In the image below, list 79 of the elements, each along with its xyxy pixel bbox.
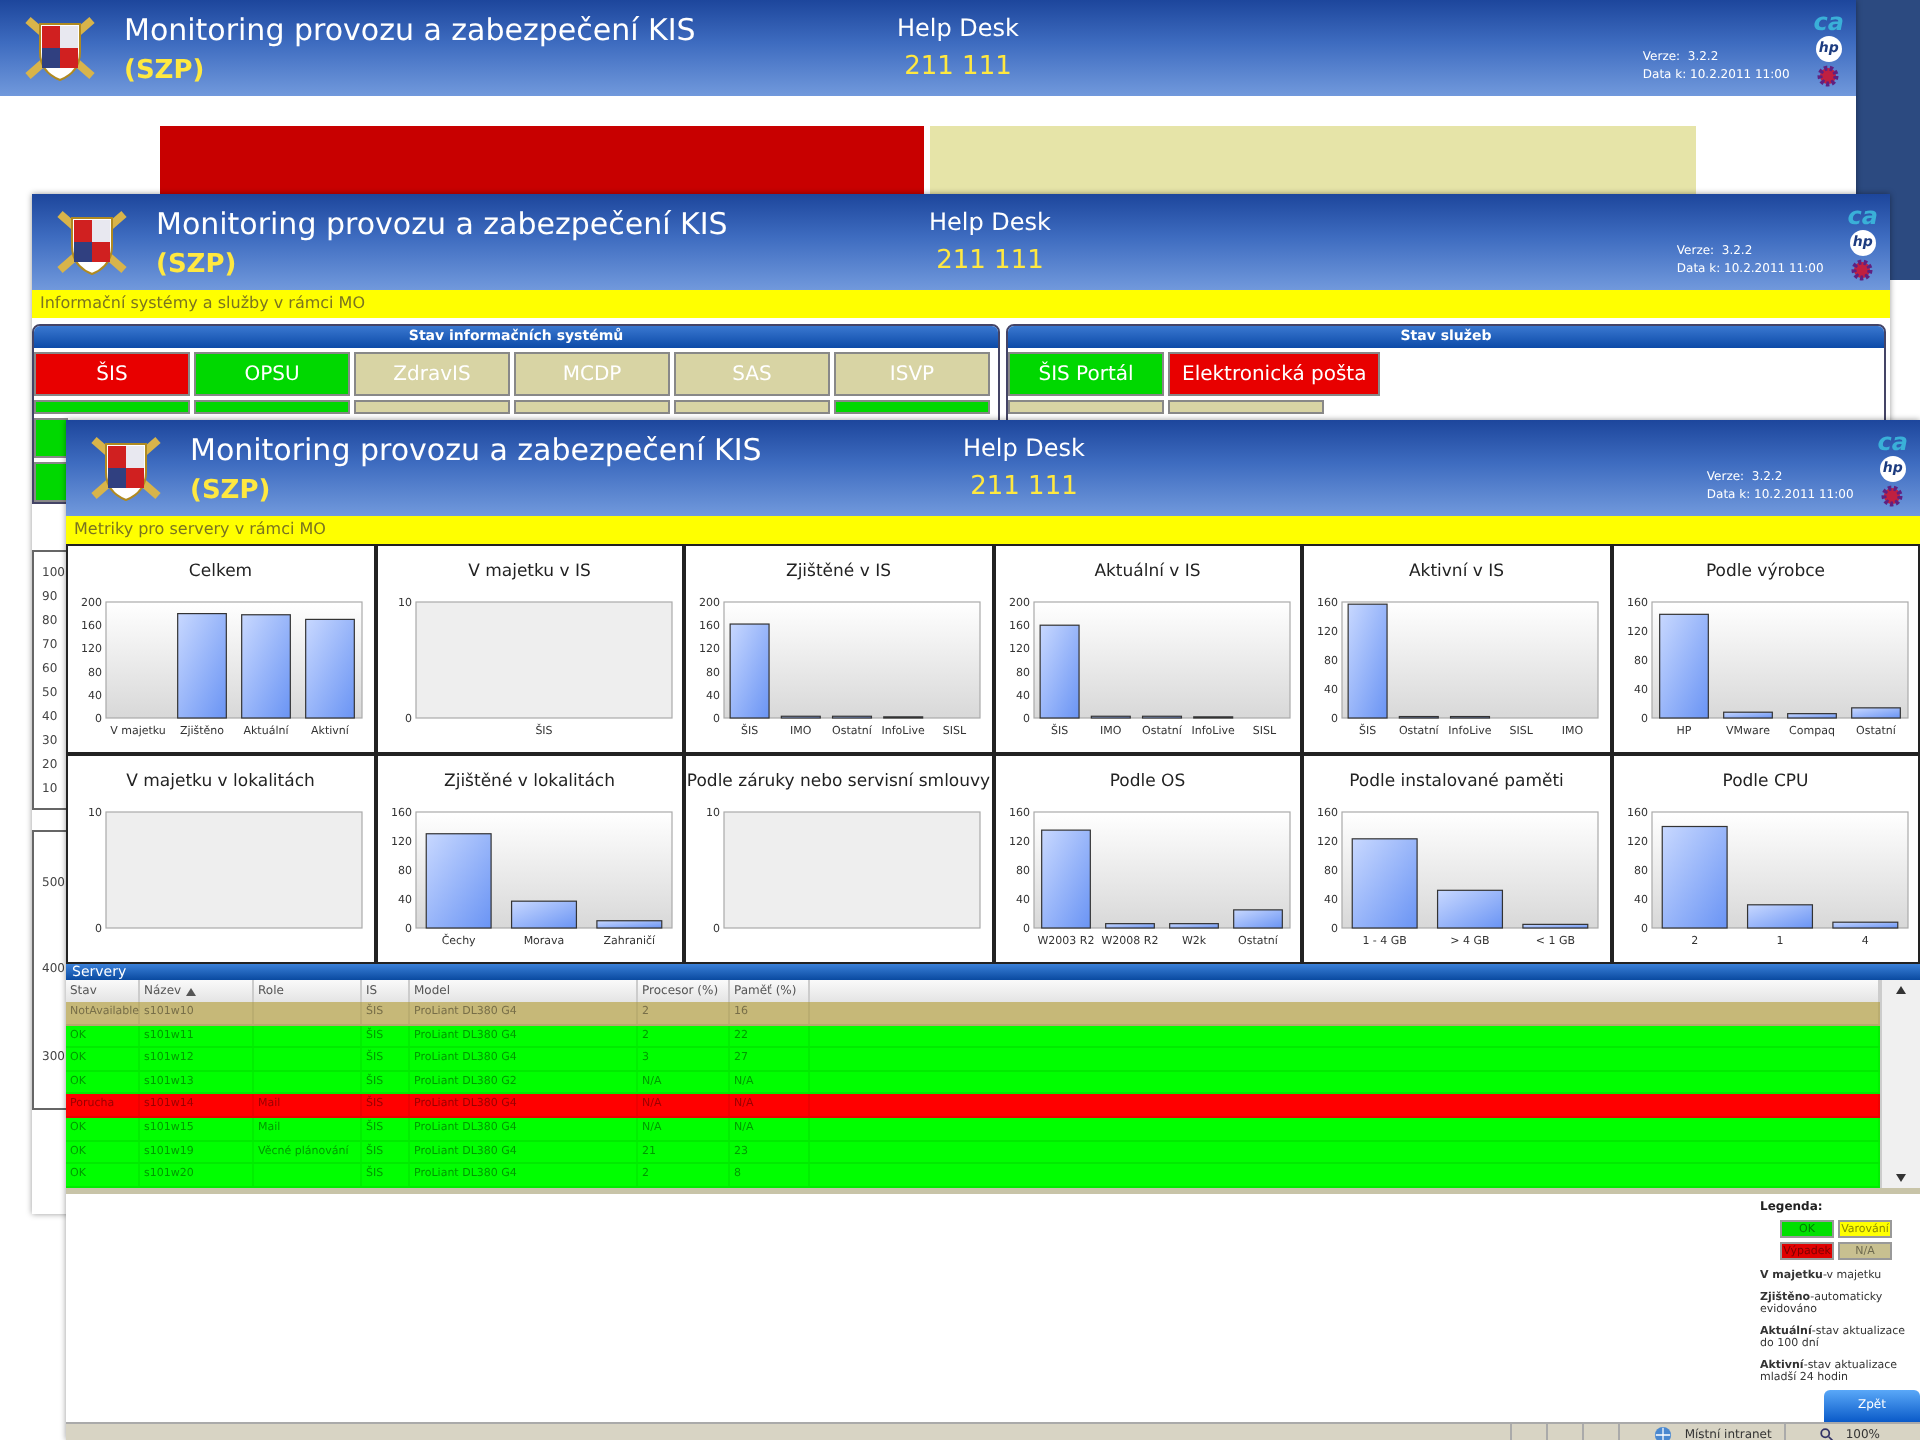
app-title: Monitoring provozu a zabezpečení KIS	[156, 205, 730, 241]
status-tile[interactable]: ŠIS Portál	[1008, 352, 1164, 396]
bar	[425, 833, 492, 929]
vendor-logo: ca	[1813, 9, 1844, 33]
helpdesk-phone: 211 111	[904, 52, 1012, 82]
chart-title: V majetku v IS	[468, 562, 591, 582]
bar	[1658, 613, 1709, 719]
app-subtitle: (SZP)	[190, 475, 273, 505]
app-subtitle: (SZP)	[124, 55, 207, 85]
status-tile[interactable]: ZdravIS	[354, 352, 510, 396]
app-subtitle: (SZP)	[156, 249, 239, 279]
bar	[1522, 923, 1589, 929]
chart-title: Podle záruky nebo servisní smlouvy	[686, 772, 991, 792]
bar	[305, 618, 356, 719]
bar	[1746, 904, 1813, 929]
info-bar: Informační systémy a služby v rámci MO	[32, 290, 1890, 318]
status-tile[interactable]	[34, 418, 68, 458]
bar	[1039, 624, 1080, 719]
bar	[1168, 923, 1219, 929]
status-tile[interactable]: ISVP	[834, 352, 990, 396]
chart-title: Zjištěné v lokalitách	[444, 772, 615, 792]
gear-icon	[1850, 257, 1875, 281]
chart-title: Zjištěné v IS	[786, 562, 891, 582]
app-title: Monitoring provozu a zabezpečení KIS	[124, 11, 698, 47]
chart-title: Celkem	[188, 562, 253, 582]
helpdesk-label: Help Desk	[929, 208, 1051, 236]
bar	[1661, 825, 1728, 929]
bar	[1040, 829, 1091, 929]
bar	[1850, 707, 1901, 719]
chart-title: Podle OS	[1109, 772, 1186, 792]
status-tile[interactable]: OPSU	[194, 352, 350, 396]
chart-title: Aktivní v IS	[1408, 562, 1505, 582]
status-tile[interactable]	[194, 400, 350, 414]
helpdesk-phone: 211 111	[970, 472, 1078, 502]
zoom-icon	[1819, 1427, 1834, 1440]
globe-icon	[1654, 1425, 1673, 1440]
sort-icon	[185, 987, 196, 995]
gear-icon	[1816, 63, 1841, 87]
status-tile[interactable]: SAS	[674, 352, 830, 396]
status-tile[interactable]	[34, 400, 190, 414]
bar	[1437, 889, 1504, 929]
status-tile[interactable]	[34, 462, 68, 502]
vendor-logo: ca	[1877, 429, 1908, 453]
scrollbar[interactable]	[1880, 980, 1920, 1188]
bar	[1786, 713, 1837, 719]
chart-title: Podle instalované paměti	[1349, 772, 1564, 792]
bar	[1722, 711, 1773, 719]
bar	[1232, 909, 1283, 929]
gear-icon	[1880, 483, 1905, 507]
helpdesk-phone: 211 111	[936, 246, 1044, 276]
app-title: Monitoring provozu a zabezpečení KIS	[190, 431, 764, 467]
scroll-up-icon	[1896, 986, 1906, 994]
status-tile[interactable]	[514, 400, 670, 414]
scroll-down-icon	[1896, 1173, 1906, 1182]
bar	[1352, 838, 1419, 929]
bar	[730, 623, 771, 719]
bar	[241, 614, 292, 719]
bar	[595, 920, 662, 929]
chart-title: V majetku v lokalitách	[126, 772, 315, 792]
vendor-logo: ca	[1847, 203, 1878, 227]
bar	[177, 613, 228, 719]
bar	[510, 900, 577, 929]
status-tile[interactable]: MCDP	[514, 352, 670, 396]
status-tile[interactable]	[1008, 400, 1164, 414]
bar	[1104, 923, 1155, 929]
status-tile[interactable]	[834, 400, 990, 414]
chart-title: Podle CPU	[1722, 772, 1809, 792]
status-tile[interactable]	[1168, 400, 1324, 414]
status-tile[interactable]: ŠIS	[34, 352, 190, 396]
helpdesk-label: Help Desk	[963, 434, 1085, 462]
chart-title: Podle výrobce	[1705, 562, 1826, 582]
chart-title: Aktuální v IS	[1094, 562, 1201, 582]
bar	[1831, 921, 1898, 929]
helpdesk-label: Help Desk	[897, 14, 1019, 42]
status-tile[interactable]	[354, 400, 510, 414]
status-tile[interactable]: Elektronická pošta	[1168, 352, 1381, 396]
status-tile[interactable]	[674, 400, 830, 414]
info-bar: Metriky pro servery v rámci MO	[66, 516, 1920, 544]
bar	[1348, 603, 1389, 719]
